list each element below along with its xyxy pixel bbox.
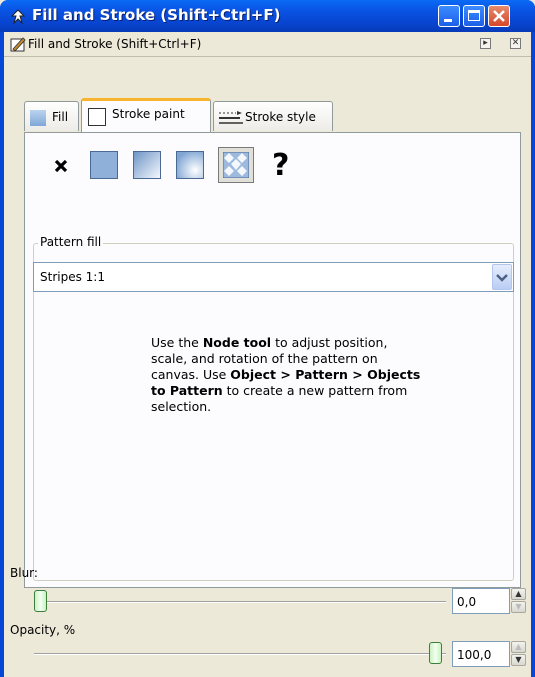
close-icon	[493, 10, 505, 22]
opacity-slider-track[interactable]	[34, 653, 446, 655]
dock-title: Fill and Stroke (Shift+Ctrl+F)	[28, 37, 202, 51]
pattern-help-text: Use the Node tool to adjust position, sc…	[151, 335, 421, 415]
close-button[interactable]	[488, 5, 510, 27]
chevron-up-icon: ▲	[515, 642, 522, 651]
help-text-1: Use the	[151, 335, 203, 350]
opacity-value: 100,0	[457, 648, 492, 662]
stroke-style-icon	[219, 111, 243, 124]
opacity-spinbox[interactable]: 100,0	[452, 641, 510, 667]
pattern-fill-label: Pattern fill	[38, 235, 104, 249]
fill-swatch-icon	[30, 110, 46, 126]
pattern-select-dropdown-button[interactable]	[492, 264, 512, 290]
dock-header[interactable]: Fill and Stroke (Shift+Ctrl+F) ▸ ✕	[4, 32, 531, 57]
chevron-down-icon: ▼	[515, 655, 522, 664]
flat-color-button[interactable]	[90, 151, 118, 179]
opacity-label: Opacity, %	[10, 623, 76, 637]
pattern-select-value: Stripes 1:1	[40, 270, 105, 284]
tab-stroke-paint-label: Stroke paint	[112, 107, 185, 121]
window-titlebar[interactable]: Fill and Stroke (Shift+Ctrl+F)	[0, 0, 535, 32]
inkscape-icon	[10, 9, 26, 25]
opacity-increment-button[interactable]: ▲	[511, 641, 526, 653]
iconify-button[interactable]: ▸	[480, 38, 491, 49]
tab-stroke-paint[interactable]: Stroke paint	[81, 98, 211, 132]
chevron-up-icon: ▲	[515, 589, 522, 598]
pattern-icon	[223, 152, 249, 178]
blur-decrement-button[interactable]: ▼	[511, 601, 526, 613]
opacity-slider-thumb[interactable]	[429, 642, 442, 664]
blur-spinbox[interactable]: 0,0	[452, 588, 510, 614]
no-paint-icon	[54, 159, 68, 173]
pattern-button[interactable]	[218, 147, 254, 183]
tab-fill[interactable]: Fill	[24, 101, 79, 131]
fill-stroke-icon	[10, 37, 26, 52]
play-icon: ▸	[483, 38, 488, 48]
pattern-fill-group: Pattern fill Stripes 1:1 Use the Node to…	[33, 235, 514, 581]
blur-label: Blur:	[10, 566, 38, 580]
blur-increment-button[interactable]: ▲	[511, 588, 526, 600]
blur-slider-track[interactable]	[34, 601, 446, 603]
no-paint-button[interactable]	[47, 151, 75, 179]
blur-value: 0,0	[457, 595, 477, 609]
radial-gradient-button[interactable]	[176, 151, 204, 179]
dock-close-button[interactable]: ✕	[510, 38, 521, 49]
linear-gradient-button[interactable]	[133, 151, 161, 179]
dialog-client: Fill and Stroke (Shift+Ctrl+F) ▸ ✕ Fill …	[4, 32, 531, 677]
maximize-button[interactable]	[463, 5, 485, 27]
chevron-down-icon	[496, 274, 508, 282]
blur-slider-thumb[interactable]	[34, 590, 47, 612]
window-title: Fill and Stroke (Shift+Ctrl+F)	[32, 6, 281, 24]
stroke-swatch-icon	[88, 108, 106, 126]
unset-paint-button[interactable]: ?	[270, 148, 294, 183]
window-border-right	[531, 32, 535, 677]
opacity-decrement-button[interactable]: ▼	[511, 654, 526, 666]
chevron-down-icon: ▼	[515, 602, 522, 611]
pattern-select[interactable]: Stripes 1:1	[33, 262, 514, 292]
unset-paint-icon: ?	[272, 148, 290, 183]
tab-stroke-style[interactable]: Stroke style	[213, 101, 333, 131]
stroke-paint-panel: ? Pattern fill Stripes 1:1 Use the Node …	[24, 132, 521, 588]
tab-stroke-style-label: Stroke style	[245, 110, 316, 124]
close-icon: ✕	[511, 38, 520, 48]
help-bold-node-tool: Node tool	[202, 335, 272, 350]
minimize-button[interactable]	[438, 5, 460, 27]
tab-fill-label: Fill	[52, 110, 69, 124]
